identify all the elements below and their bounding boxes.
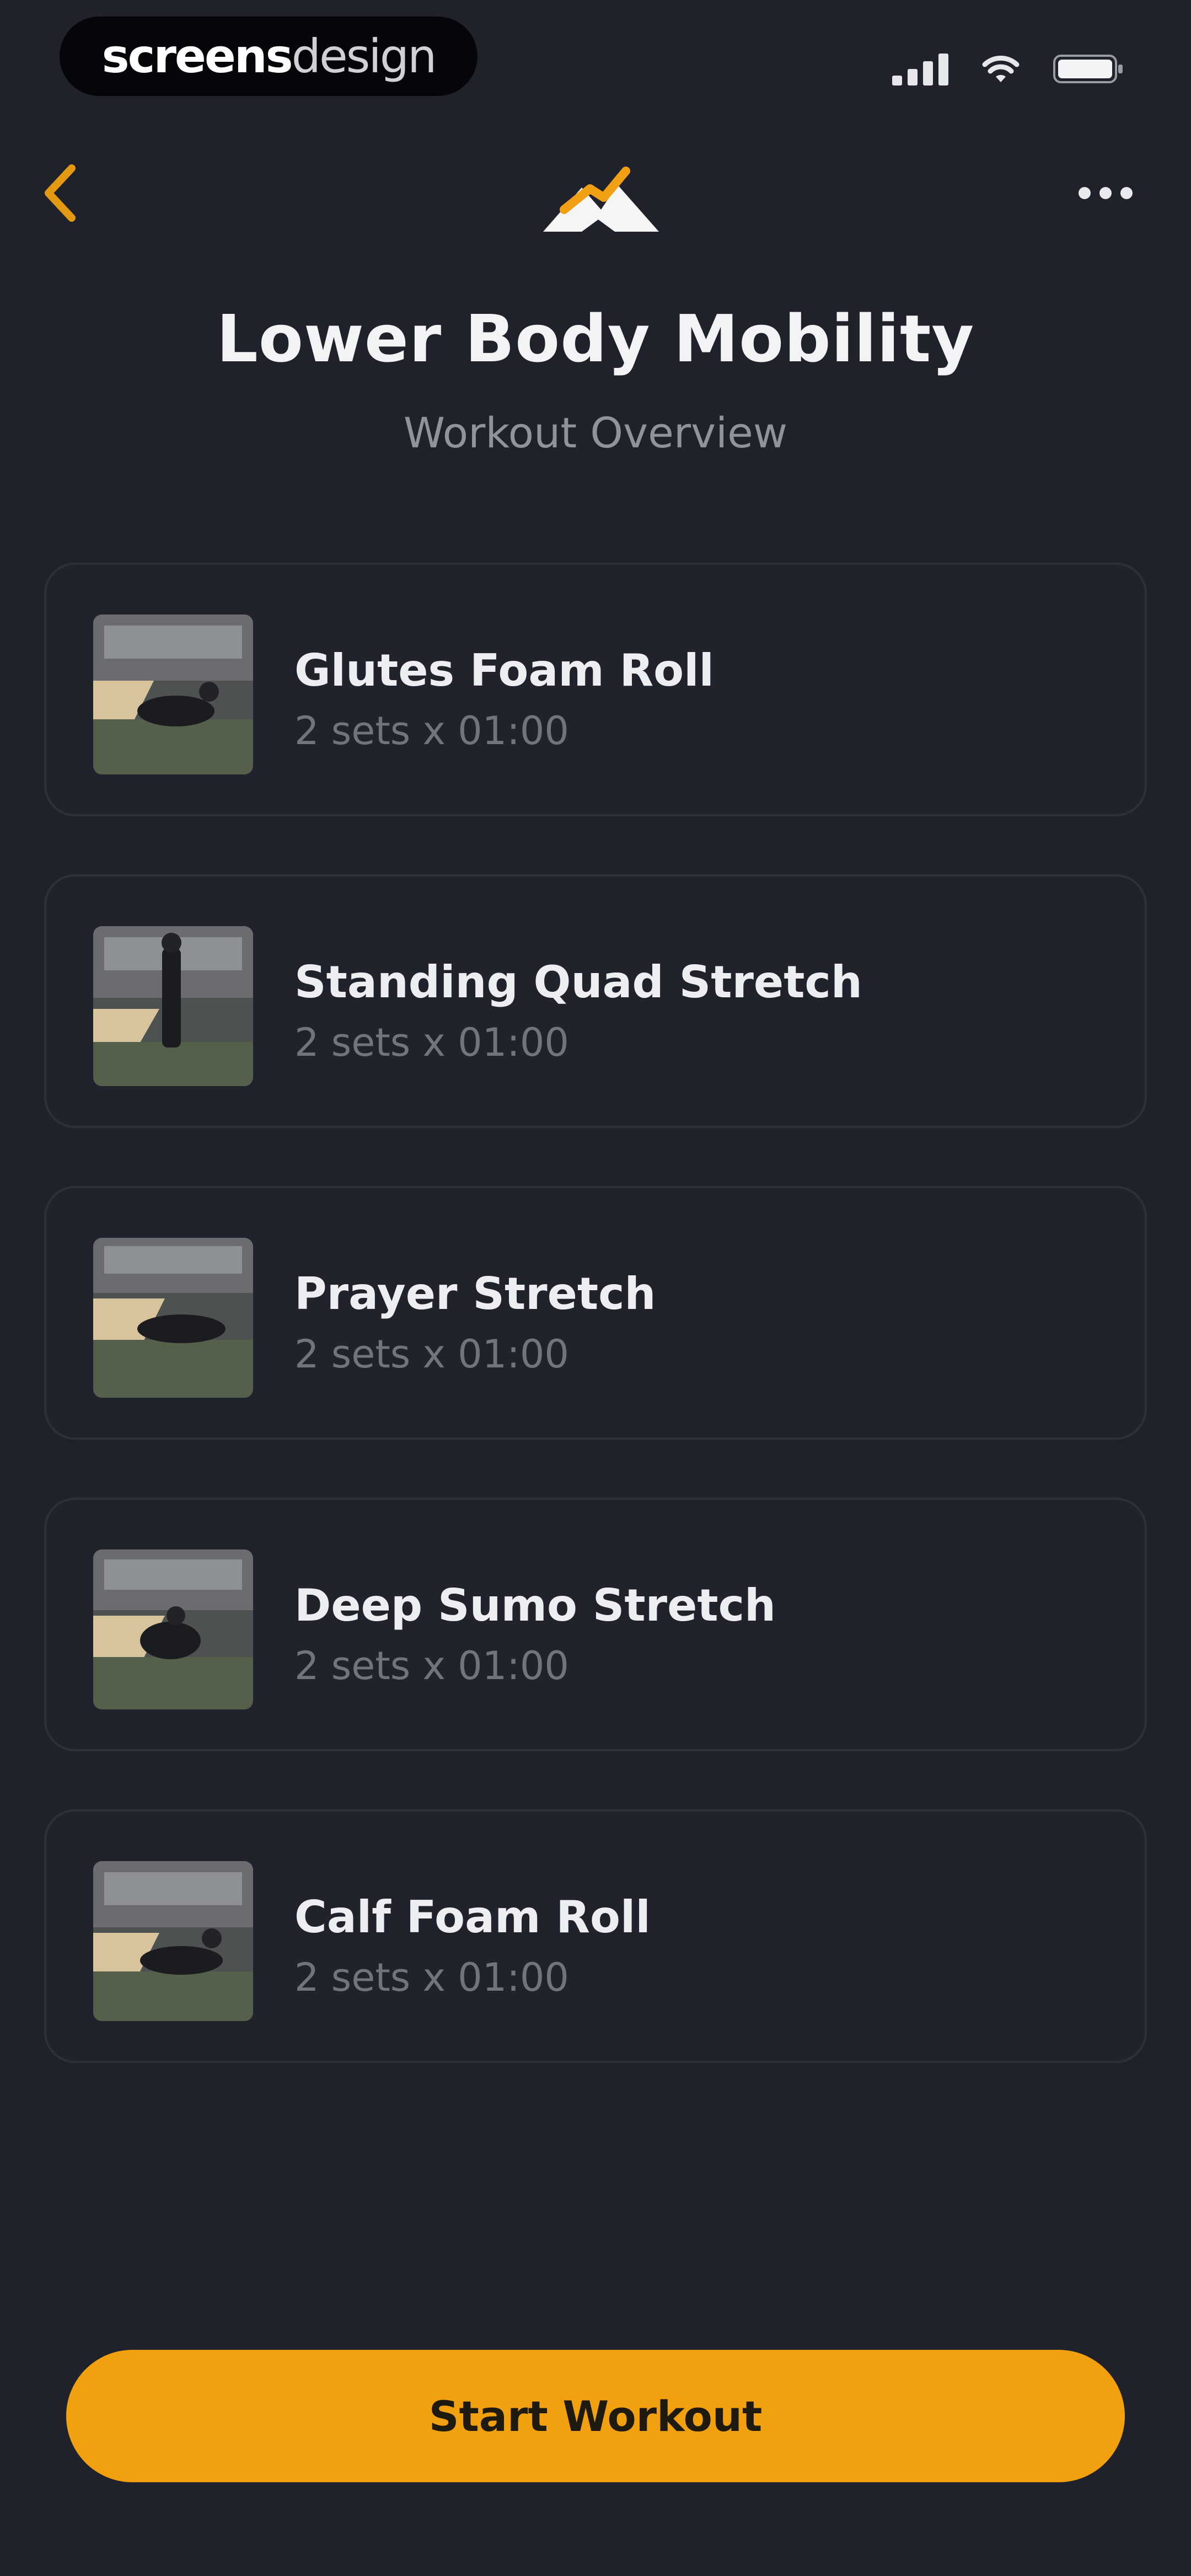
exercise-name: Prayer Stretch — [294, 1268, 656, 1319]
exercise-card-prayer-stretch[interactable]: Prayer Stretch 2 sets x 01:00 — [44, 1186, 1147, 1440]
exercise-thumbnail — [93, 1238, 253, 1398]
screensdesign-watermark: screens design — [60, 17, 478, 96]
exercise-sets: 2 sets x 01:00 — [294, 1332, 569, 1377]
more-options-button[interactable] — [1064, 160, 1147, 226]
mountain-logo-icon — [538, 154, 664, 237]
exercise-name: Deep Sumo Stretch — [294, 1580, 776, 1631]
exercise-sets: 2 sets x 01:00 — [294, 1955, 569, 2000]
page-subtitle: Workout Overview — [403, 408, 788, 457]
exercise-sets: 2 sets x 01:00 — [294, 1020, 569, 1065]
exercise-thumbnail — [93, 1861, 253, 2021]
exercise-thumbnail — [93, 926, 253, 1086]
exercise-card-standing-quad-stretch[interactable]: Standing Quad Stretch 2 sets x 01:00 — [44, 874, 1147, 1128]
chevron-left-icon — [45, 164, 76, 222]
exercise-sets: 2 sets x 01:00 — [294, 1643, 569, 1688]
status-icons — [892, 50, 1125, 88]
back-button[interactable] — [28, 154, 94, 232]
exercise-name: Standing Quad Stretch — [294, 956, 862, 1008]
nav-bar — [0, 138, 1191, 248]
exercise-name: Glutes Foam Roll — [294, 645, 714, 696]
status-bar: screens design — [0, 0, 1191, 121]
exercise-thumbnail — [93, 1549, 253, 1709]
more-dots-icon — [1079, 187, 1091, 199]
signal-icon — [892, 52, 948, 85]
exercise-card-calf-foam-roll[interactable]: Calf Foam Roll 2 sets x 01:00 — [44, 1809, 1147, 2063]
wifi-icon — [981, 54, 1020, 84]
exercise-thumbnail — [93, 614, 253, 774]
battery-icon — [1053, 52, 1125, 85]
exercise-list: Glutes Foam Roll 2 sets x 01:00 Standing… — [44, 563, 1147, 2121]
start-workout-button[interactable]: Start Workout — [66, 2350, 1125, 2482]
brand-text-bold: screens — [101, 29, 293, 83]
exercise-card-deep-sumo-stretch[interactable]: Deep Sumo Stretch 2 sets x 01:00 — [44, 1498, 1147, 1751]
exercise-sets: 2 sets x 01:00 — [294, 708, 569, 753]
exercise-card-glutes-foam-roll[interactable]: Glutes Foam Roll 2 sets x 01:00 — [44, 563, 1147, 816]
brand-text-light: design — [291, 29, 437, 83]
page-title: Lower Body Mobility — [216, 301, 975, 377]
exercise-name: Calf Foam Roll — [294, 1891, 651, 1943]
